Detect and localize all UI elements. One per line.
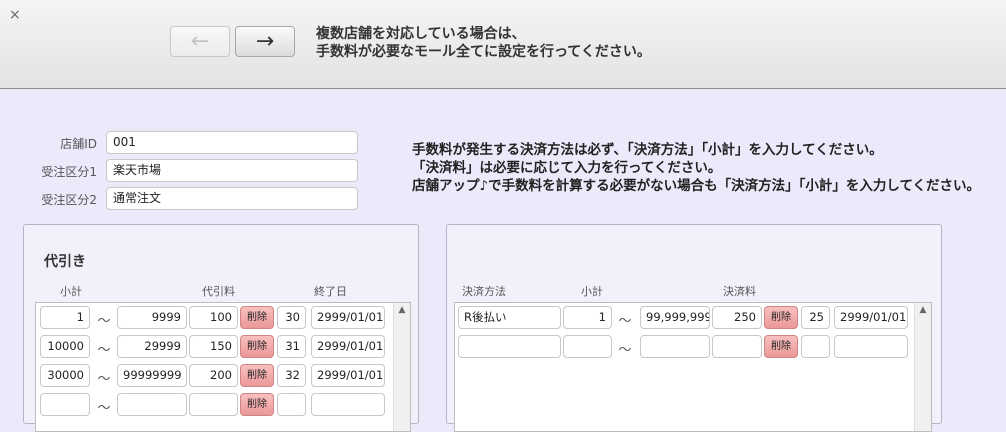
note-line: 「決済料」は必要に応じて入力を行ってください。: [412, 160, 722, 176]
tilde-separator: ～: [97, 314, 111, 329]
payment-fee-panel: 決済方法 小計 決済料 R後払い 1 ～ 99,999,999 250 削除 25 2999/…: [446, 224, 942, 432]
close-icon[interactable]: ×: [9, 6, 21, 24]
cod-fee-field[interactable]: 150: [189, 335, 238, 358]
store-id-field[interactable]: 001: [106, 131, 358, 154]
scroll-up-icon[interactable]: ▲: [915, 303, 931, 318]
row-id-field: 31: [277, 335, 306, 358]
payment-method-field[interactable]: R後払い: [458, 306, 561, 329]
col-header-method: 決済方法: [462, 285, 506, 298]
col-header-end-date: 終了日: [314, 285, 347, 298]
subtotal-from-field[interactable]: [40, 393, 90, 416]
col-header-payment-fee: 決済料: [723, 285, 756, 298]
cod-rows-list[interactable]: 1 ～ 9999 100 削除 30 2999/01/01 10000 ～ 29999 150 削除 3…: [35, 302, 411, 432]
order-class1-field[interactable]: 楽天市場: [106, 159, 358, 182]
subtotal-to-field[interactable]: 29999: [117, 335, 187, 358]
subtotal-to-field[interactable]: [640, 335, 710, 358]
end-date-field[interactable]: 2999/01/01: [311, 364, 385, 387]
delete-button[interactable]: 削除: [240, 364, 274, 387]
subtotal-to-field[interactable]: 99,999,999: [640, 306, 710, 329]
payment-fee-field[interactable]: [712, 335, 762, 358]
col-header-subtotal: 小計: [581, 285, 603, 298]
scrollbar[interactable]: ▲: [914, 303, 931, 431]
end-date-field[interactable]: 2999/01/01: [311, 335, 385, 358]
end-date-field[interactable]: 2999/01/01: [834, 306, 908, 329]
next-button[interactable]: →: [235, 26, 295, 57]
note-line: 店舗アップ♪で手数料を計算する必要がない場合も「決済方法」「小計」を入力してくだ…: [412, 178, 981, 194]
arrow-left-icon: ←: [190, 28, 210, 54]
payment-method-field[interactable]: [458, 335, 561, 358]
order-class2-field[interactable]: 通常注文: [106, 187, 358, 210]
subtotal-from-field[interactable]: 1: [40, 306, 90, 329]
delete-button[interactable]: 削除: [240, 393, 274, 416]
subtotal-from-field[interactable]: [563, 335, 612, 358]
tilde-separator: ～: [97, 343, 111, 358]
tilde-separator: ～: [97, 401, 111, 416]
header-message: 複数店舗を対応している場合は、 手数料が必要なモール全てに設定を行ってください。: [316, 25, 651, 61]
delete-button[interactable]: 削除: [764, 306, 798, 329]
row-id-field: 32: [277, 364, 306, 387]
delete-button[interactable]: 削除: [240, 306, 274, 329]
subtotal-from-field[interactable]: 10000: [40, 335, 90, 358]
subtotal-from-field[interactable]: 30000: [40, 364, 90, 387]
cod-fee-panel: 代引き 小計 代引料 終了日 1 ～ 9999 100 削除 30 2999/01/01 10…: [23, 224, 419, 432]
end-date-field[interactable]: [311, 393, 385, 416]
subtotal-to-field[interactable]: [117, 393, 187, 416]
cod-panel-title: 代引き: [44, 254, 86, 270]
payment-rows-list[interactable]: R後払い 1 ～ 99,999,999 250 削除 25 2999/01/01 ～ 削除 ▲: [454, 302, 932, 432]
delete-button[interactable]: 削除: [240, 335, 274, 358]
tilde-separator: ～: [618, 314, 632, 329]
subtotal-from-field[interactable]: 1: [563, 306, 612, 329]
row-id-field: 25: [801, 306, 830, 329]
order-class2-label: 受注区分2: [41, 193, 97, 207]
header-message-line: 手数料が必要なモール全てに設定を行ってください。: [316, 44, 651, 60]
arrow-right-icon: →: [255, 28, 275, 54]
col-header-subtotal: 小計: [60, 285, 82, 298]
end-date-field[interactable]: 2999/01/01: [311, 306, 385, 329]
col-header-cod-fee: 代引料: [202, 285, 235, 298]
row-id-field: [277, 393, 306, 416]
scroll-up-icon[interactable]: ▲: [394, 303, 410, 318]
subtotal-to-field[interactable]: 9999: [117, 306, 187, 329]
instruction-notes: 手数料が発生する決済方法は必ず、「決済方法」「小計」を入力してください。 「決済…: [412, 141, 980, 195]
payment-fee-field[interactable]: 250: [712, 306, 762, 329]
scrollbar[interactable]: ▲: [393, 303, 410, 431]
tilde-separator: ～: [618, 343, 632, 358]
cod-fee-field[interactable]: 200: [189, 364, 238, 387]
note-line: 手数料が発生する決済方法は必ず、「決済方法」「小計」を入力してください。: [412, 142, 883, 158]
row-id-field: 30: [277, 306, 306, 329]
delete-button[interactable]: 削除: [764, 335, 798, 358]
cod-fee-field[interactable]: [189, 393, 238, 416]
order-class1-label: 受注区分1: [41, 165, 97, 179]
header-message-line: 複数店舗を対応している場合は、: [316, 26, 526, 42]
prev-button[interactable]: ←: [170, 26, 230, 57]
row-id-field: [801, 335, 830, 358]
store-id-label: 店舗ID: [60, 137, 97, 151]
header-bar: × ← → 複数店舗を対応している場合は、 手数料が必要なモール全てに設定を行っ…: [0, 0, 1006, 89]
tilde-separator: ～: [97, 372, 111, 387]
subtotal-to-field[interactable]: 99999999: [117, 364, 187, 387]
cod-fee-field[interactable]: 100: [189, 306, 238, 329]
end-date-field[interactable]: [834, 335, 908, 358]
